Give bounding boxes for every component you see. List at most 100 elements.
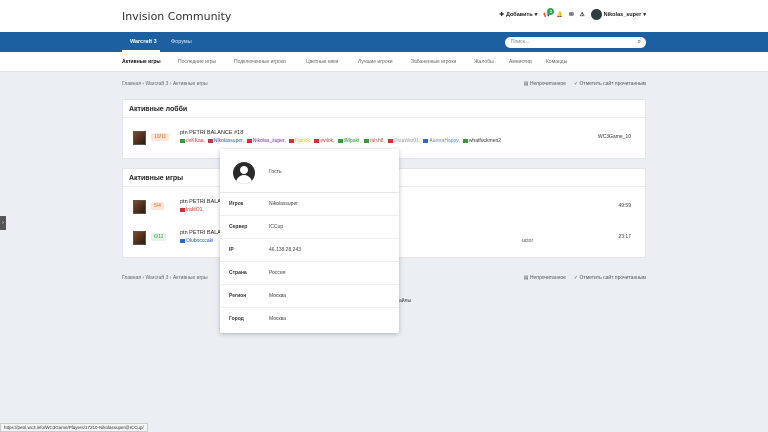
player-list: ceKKaa, Nikolassuper, Nikolas_super, Patric… [180, 138, 501, 144]
chevron-right-icon: › [2, 220, 4, 226]
nav-warcraft3[interactable]: Warcraft 3 [130, 39, 157, 45]
player-entry[interactable]: DotaWar01, [387, 138, 421, 144]
player-name: ralsh8, [369, 138, 385, 144]
lobby-row[interactable]: 10/11 ptn PETRI BALANCE #18 ceKKaa, Nikol… [123, 127, 645, 151]
hovercard-value: ICCup [269, 224, 284, 230]
breadcrumb-warcraft3[interactable]: Warcraft 3 [145, 81, 168, 87]
game-name[interactable]: ptn PETRI BALA [180, 230, 221, 236]
tab-recent-games[interactable]: Последние игры [178, 59, 216, 65]
sidebar-toggle[interactable]: › [0, 216, 6, 230]
lobbies-title: Активные лобби [123, 100, 645, 118]
player-entry[interactable]: Nikolassuper, [207, 138, 244, 144]
search-input[interactable]: Поиск... ⌕ [505, 37, 646, 48]
search-icon[interactable]: ⌕ [638, 37, 641, 48]
unread-label: Непрочитанное [529, 275, 566, 281]
breadcrumb-actions-bottom: ▤ Непрочитанное ✓ Отметить сайт прочитан… [524, 275, 646, 281]
player-name: Nikolassuper, [213, 138, 244, 144]
unread-link[interactable]: ▤ Непрочитанное [524, 275, 566, 281]
player-name: evilok, [320, 138, 335, 144]
main-nav: Warcraft 3 Форумы Поиск... ⌕ [0, 32, 768, 52]
player-list: Olubocccaki [180, 238, 213, 244]
player-name: DotaWar01, [393, 138, 421, 144]
breadcrumb-bottom: Главная › Warcraft 3 › Активные игры [122, 275, 208, 281]
nav-forums[interactable]: Форумы [171, 39, 192, 45]
lobby-name[interactable]: ptn PETRI BALANCE #18 [180, 130, 243, 136]
notifications-button[interactable]: 🔔 [556, 12, 563, 18]
slot-badge: 6/11 [151, 233, 167, 241]
flag-icon [246, 138, 252, 143]
breadcrumb-home[interactable]: Главная [122, 81, 141, 87]
player-name: AuroraHappy, [429, 138, 460, 144]
tab-colored-nicks[interactable]: Цветные ники [306, 59, 338, 65]
warning-icon: ⚠ [579, 11, 585, 18]
player-entry[interactable]: Patrick, [288, 138, 312, 144]
hovercard-value: 46.138.28.243 [269, 247, 301, 253]
unread-link[interactable]: ▤ Непрочитанное [524, 81, 566, 87]
plus-icon: ✚ [499, 11, 504, 18]
map-thumbnail [133, 131, 146, 145]
player-entry[interactable]: evilok, [314, 138, 335, 144]
unread-label: Непрочитанное [529, 81, 566, 87]
player-entry[interactable]: ralsh8, [363, 138, 385, 144]
player-entry[interactable]: ilMpakt, [337, 138, 361, 144]
player-entry[interactable]: ceKKaa, [180, 138, 205, 144]
tab-active-games[interactable]: Активные игры [122, 59, 161, 65]
player-name: whatfuckmen2 [468, 138, 502, 144]
user-avatar-icon [233, 162, 255, 184]
player-name: ceKKaa, [186, 138, 205, 144]
hovercard-row: Игрок Nikolassuper [220, 193, 399, 216]
player-entry[interactable]: Nikolas_super, [246, 138, 286, 144]
envelope-icon: ✉ [569, 11, 574, 18]
slot-badge: 5/4 [151, 202, 164, 210]
tab-complaints[interactable]: Жалобы [474, 59, 494, 65]
flag-icon [180, 138, 185, 143]
flag-icon [180, 207, 185, 212]
breadcrumb-warcraft3[interactable]: Warcraft 3 [145, 275, 168, 281]
status-bar-url: https://petri.wc3.info/WC3Game/Players/1… [0, 423, 148, 432]
chevron-down-icon: ▾ [534, 11, 538, 18]
hovercard-value: Россия [269, 270, 286, 276]
hovercard-value: Москва [269, 293, 287, 299]
search-placeholder: Поиск... [511, 39, 530, 45]
chevron-down-icon: ▾ [643, 11, 646, 18]
map-thumbnail [133, 200, 146, 214]
slot-badge: 10/11 [151, 133, 170, 141]
breadcrumb-home[interactable]: Главная [122, 275, 141, 281]
site-brand[interactable]: Invision Community [122, 10, 231, 23]
player-entry[interactable]: traktO1, [180, 207, 204, 213]
game-name[interactable]: ptn PETRI BALA [180, 199, 221, 205]
player-name: Nikolas_super, [252, 138, 286, 144]
game-time: 49:59 [618, 203, 631, 209]
username: Nikolas_super [603, 11, 642, 18]
tab-amnesties[interactable]: Амнистии [509, 59, 532, 65]
hovercard-label: Сервер [229, 224, 248, 230]
flag-icon [462, 138, 468, 143]
messages-button[interactable]: ✉ [569, 12, 574, 18]
sub-nav: Активные игры Последние игры Подключенны… [0, 52, 768, 72]
mark-read-label: Отметить сайт прочитанным [579, 81, 646, 87]
player-entry[interactable]: AuroraHappy, [423, 138, 460, 144]
player-entry[interactable]: whatfuckmen2 [462, 138, 502, 144]
user-menu[interactable]: Nikolas_super ▾ [590, 9, 646, 20]
hovercard-label: IP [229, 247, 234, 253]
activity-button[interactable]: 📢 2 [543, 7, 555, 18]
tab-connected-players[interactable]: Подключенные игроки [234, 59, 286, 65]
user-role: Гость [269, 169, 282, 175]
flag-icon [207, 138, 213, 143]
add-menu[interactable]: ✚ Добавить ▾ [499, 12, 537, 18]
flag-icon [387, 138, 393, 143]
tab-best-players[interactable]: Лучшие игроки [358, 59, 393, 65]
hovercard-row: Сервер ICCup [220, 216, 399, 239]
player-entry[interactable]: Olubocccaki [180, 238, 213, 244]
flag-icon [314, 138, 320, 143]
tab-banned-players[interactable]: Забаненные игроки [411, 59, 456, 65]
player-name: Patrick, [294, 138, 312, 144]
reports-button[interactable]: ⚠ [580, 12, 585, 18]
tab-teams[interactable]: Команды [546, 59, 567, 65]
mark-read-link[interactable]: ✓ Отметить сайт прочитанным [574, 81, 646, 87]
map-thumbnail [133, 231, 146, 245]
hovercard-row: IP 46.138.28.243 [220, 239, 399, 262]
player-name: Olubocccaki [186, 238, 214, 244]
mark-read-link[interactable]: ✓ Отметить сайт прочитанным [574, 275, 646, 281]
player-extra: uctor [522, 238, 534, 244]
